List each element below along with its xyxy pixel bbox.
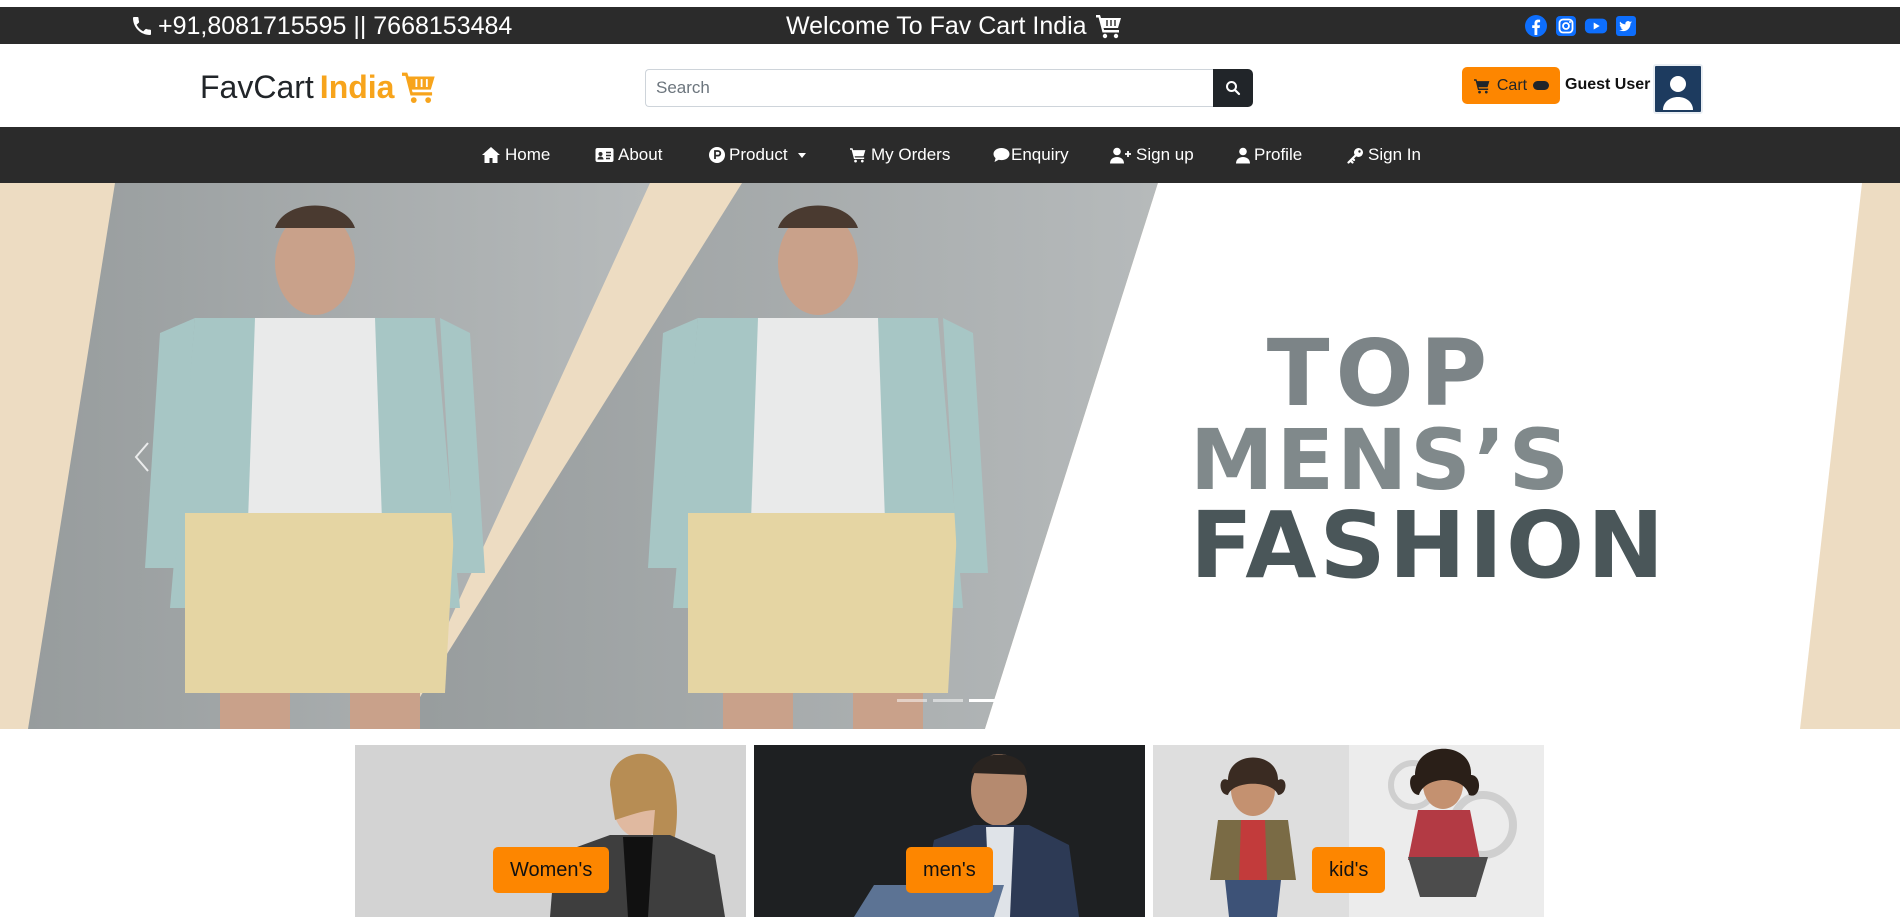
- carousel-indicator-2[interactable]: [933, 699, 963, 702]
- chevron-left-icon: [128, 437, 158, 477]
- category-card-men[interactable]: men's: [754, 745, 1145, 917]
- site-header: FavCart India Cart 0 Guest User: [0, 44, 1900, 127]
- instagram-icon[interactable]: [1554, 15, 1578, 37]
- nav-enquiry[interactable]: Enquiry: [993, 145, 1069, 165]
- welcome-message: Welcome To Fav Cart India: [786, 11, 1123, 41]
- chevron-down-icon: [797, 152, 806, 158]
- social-links: [1524, 15, 1638, 37]
- twitter-icon[interactable]: [1614, 15, 1638, 37]
- hero-slide-image: [0, 183, 1900, 729]
- home-icon: [481, 146, 501, 164]
- user-icon: [1236, 147, 1250, 164]
- search-input[interactable]: [645, 69, 1213, 107]
- hero-carousel: TOP MENS’S FASHION: [0, 183, 1900, 729]
- hero-line-mens: MENS’S: [1190, 411, 1573, 509]
- search-icon: [1225, 80, 1241, 96]
- phone-numbers: +91,8081715595 || 7668153484: [158, 12, 513, 40]
- nav-label: Enquiry: [1011, 145, 1069, 164]
- user-name: Guest User: [1565, 76, 1651, 93]
- nav-profile[interactable]: Profile: [1236, 145, 1302, 165]
- cart-count-badge: 0: [1533, 81, 1550, 90]
- main-navbar: Home About Product My Orders Enquiry Sig…: [0, 127, 1900, 183]
- nav-about[interactable]: About: [595, 145, 662, 165]
- nav-home[interactable]: Home: [481, 145, 550, 165]
- hero-line-top: TOP: [1266, 320, 1494, 427]
- category-label-kids[interactable]: kid's: [1312, 847, 1386, 893]
- phone-icon: [130, 14, 154, 38]
- carousel-indicators: [897, 699, 999, 702]
- category-card-women[interactable]: Women's: [355, 745, 746, 917]
- nav-sign-in[interactable]: Sign In: [1347, 145, 1421, 165]
- nav-label: Product: [729, 145, 788, 164]
- cart-button[interactable]: Cart 0: [1462, 67, 1560, 104]
- search-button[interactable]: [1213, 69, 1253, 107]
- avatar[interactable]: [1653, 64, 1703, 114]
- carousel-prev-button[interactable]: [128, 437, 158, 477]
- carousel-indicator-3[interactable]: [969, 699, 999, 702]
- nav-sign-up[interactable]: Sign up: [1110, 145, 1194, 165]
- cart-icon: [1095, 13, 1123, 39]
- brand-cart-icon: [400, 70, 438, 104]
- brand-logo[interactable]: FavCart India: [200, 68, 438, 106]
- nav-label: Home: [505, 145, 551, 164]
- nav-label: About: [618, 145, 663, 164]
- hero-headline: TOP MENS’S FASHION: [1190, 320, 1668, 599]
- top-info-bar: +91,8081715595 || 7668153484 Welcome To …: [0, 7, 1900, 44]
- cart-label: Cart: [1496, 76, 1528, 94]
- brand-accent: India: [319, 69, 395, 105]
- cart-icon: [849, 147, 867, 163]
- chat-bubble-icon: [993, 147, 1010, 163]
- nav-product-dropdown[interactable]: Product: [709, 145, 806, 165]
- nav-label: Sign up: [1136, 145, 1194, 164]
- category-label-women[interactable]: Women's: [493, 847, 610, 893]
- welcome-text: Welcome To Fav Cart India: [786, 12, 1087, 40]
- nav-label: Profile: [1254, 145, 1303, 164]
- cart-icon: [1473, 78, 1491, 94]
- search-form: [645, 69, 1253, 107]
- category-label-men[interactable]: men's: [906, 847, 993, 893]
- id-card-icon: [595, 147, 614, 163]
- category-card-kids[interactable]: kid's: [1153, 745, 1544, 917]
- nav-my-orders[interactable]: My Orders: [849, 145, 950, 165]
- brand-name: FavCart: [200, 69, 314, 105]
- carousel-indicator-1[interactable]: [897, 699, 927, 702]
- user-avatar-icon: [1660, 72, 1696, 112]
- user-plus-icon: [1110, 147, 1132, 164]
- contact-phone: +91,8081715595 || 7668153484: [130, 11, 512, 41]
- nav-label: My Orders: [871, 145, 951, 164]
- youtube-icon[interactable]: [1584, 15, 1608, 37]
- product-p-icon: [709, 147, 725, 163]
- facebook-icon[interactable]: [1524, 15, 1548, 37]
- hero-line-fashion: FASHION: [1190, 492, 1668, 599]
- key-icon: [1347, 147, 1364, 164]
- nav-label: Sign In: [1368, 145, 1421, 164]
